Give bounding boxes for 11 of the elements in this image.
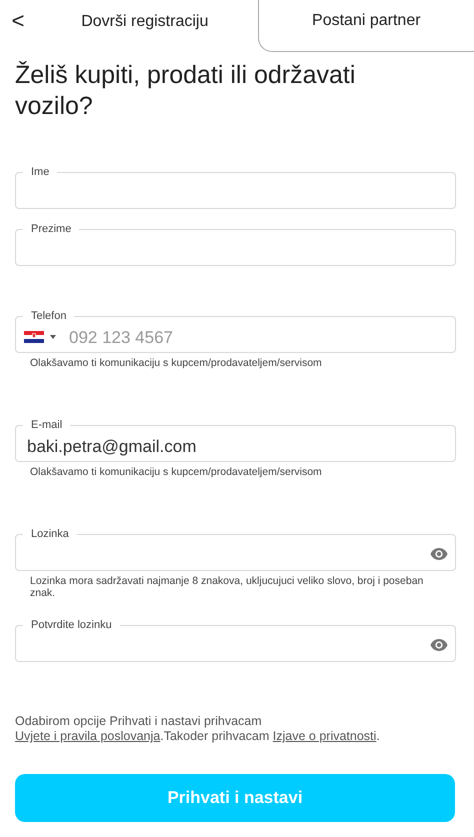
terms-text: Odabirom opcije Prihvati i nastavi prihvacam Uvjete i pravila poslovanja.Takoder prihvacam Izjave o privatnosti. bbox=[15, 714, 381, 744]
hint-text: Olakšavamo ti komunikaciju s kupcem/prodavateljem/servisom bbox=[30, 357, 323, 369]
show-password-icon[interactable] bbox=[430, 639, 448, 651]
hint-text: Olakšavamo ti komunikaciju s kupcem/prodavateljem/servisom bbox=[30, 466, 323, 478]
back-button[interactable]: < bbox=[0, 0, 32, 52]
show-password-icon[interactable] bbox=[430, 548, 448, 560]
tab[interactable]: Postani partner bbox=[258, 0, 474, 52]
terms-link[interactable]: Izjave o privatnosti bbox=[272, 729, 376, 743]
hint-text: Lozinka mora sadržavati najmanje 8 znakova, ukljucujuci veliko slovo, broj i poseban znak. bbox=[30, 575, 424, 599]
page-title: Želiš kupiti, prodati ili održavati vozilo? bbox=[15, 60, 356, 122]
terms-link[interactable]: Uvjete i pravila poslovanja bbox=[15, 729, 160, 743]
